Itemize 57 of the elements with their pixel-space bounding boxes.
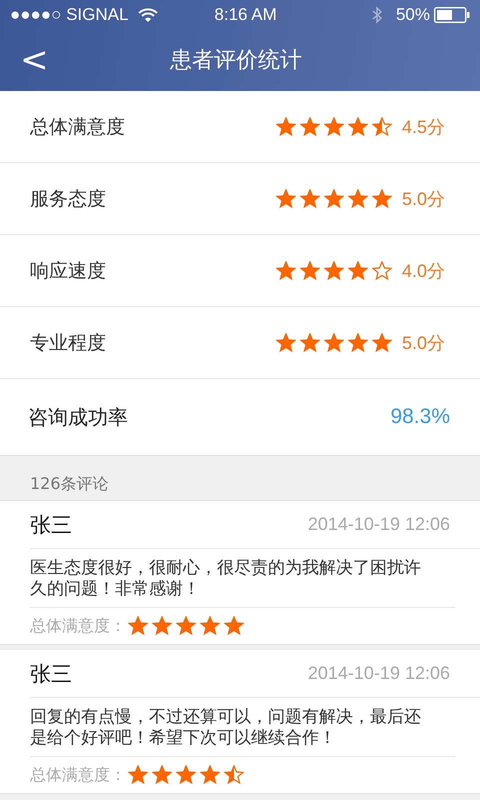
star-icon [128,765,148,785]
rating-label: 专业程度 [30,330,106,356]
half-star-icon [224,765,244,785]
star-icon [324,116,344,136]
empty-star-icon [372,260,392,280]
star-icon [324,188,344,208]
rating-label: 响应速度 [30,258,106,284]
half-star-icon [372,116,392,136]
star-icon [176,765,196,785]
commenter-name: 张三 [30,660,72,688]
star-icon [200,765,220,785]
rating-score: 4.5分 [402,116,446,138]
star-icon [348,332,368,352]
star-icon [152,616,172,636]
star-icon [276,332,296,352]
rating-score: 4.0分 [402,260,446,282]
comment-time: 2014-10-19 12:06 [308,663,450,684]
rating-label: 总体满意度： [30,616,126,636]
star-icon [348,260,368,280]
star-icon [276,260,296,280]
star-icon [300,260,320,280]
star-icon [300,188,320,208]
back-button[interactable]: < [12,43,52,77]
rating-score: 5.0分 [402,188,446,210]
star-icon [324,332,344,352]
star-icon [128,616,148,636]
comment-text: 回复的有点慢，不过还算可以，问题有解决，最后还是给个好评吧！希望下次可以继续合作！ [30,698,455,757]
star-icon [372,332,392,352]
star-icon [324,260,344,280]
signal-carrier: ●●●●○ SIGNAL [10,5,128,25]
comment-time: 2014-10-19 12:06 [308,514,450,535]
commenter-name: 张三 [30,512,72,538]
star-icon [200,616,220,636]
success-rate-label: 咨询成功率 [28,404,128,430]
star-icon [224,616,244,636]
star-icon [276,188,296,208]
rating-label: 总体满意度 [30,114,125,140]
star-icon [300,332,320,352]
star-icon [372,188,392,208]
comment-text: 医生态度很好，很耐心，很尽责的为我解决了困扰许久的问题！非常感谢！ [30,549,455,608]
battery-percent: 50% [396,5,430,25]
rating-score: 5.0分 [402,332,446,354]
star-icon [348,188,368,208]
star-icon [300,116,320,136]
bluetooth-icon [372,6,382,24]
status-time: 8:16 AM [214,5,278,25]
star-icon [176,616,196,636]
rating-label: 服务态度 [30,186,106,212]
star-icon [276,116,296,136]
success-rate-value: 98.3% [390,405,450,429]
battery-icon [434,7,470,23]
star-icon [152,765,172,785]
wifi-icon [138,8,158,22]
star-icon [348,116,368,136]
page-title: 患者评价统计 [169,47,303,75]
rating-label: 总体满意度： [30,764,126,786]
comment-count: 126条评论 [30,474,109,495]
